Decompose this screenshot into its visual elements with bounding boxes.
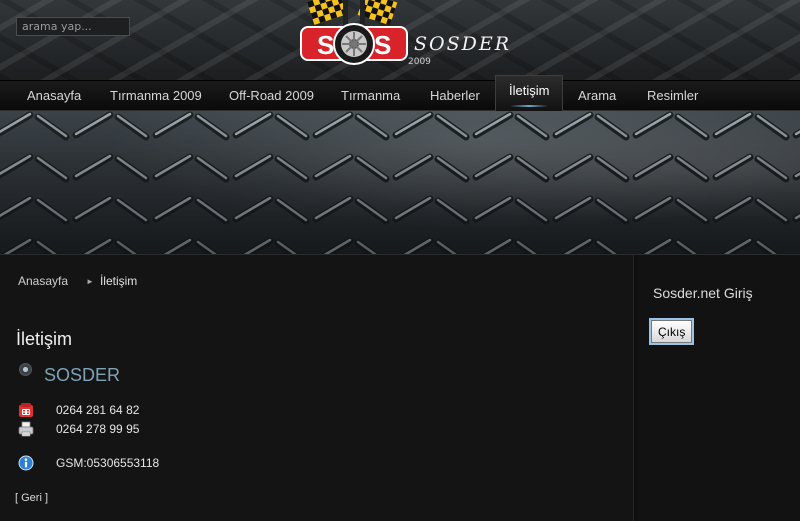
diamond-plate-pattern — [0, 111, 800, 254]
breadcrumb-current: İletişim — [99, 274, 138, 288]
contact-bullet-icon — [19, 363, 32, 376]
header: S S SOSDER 2009 — [0, 0, 800, 80]
nav-item-tirmanma[interactable]: Tırmanma — [341, 81, 400, 112]
svg-text:S: S — [317, 30, 334, 60]
sidebar-title: Sosder.net Giriş — [653, 285, 753, 301]
nav-item-anasayfa[interactable]: Anasayfa — [27, 81, 81, 112]
logo-graphic: S S — [300, 0, 408, 65]
page-title: İletişim — [16, 329, 73, 349]
logout-button[interactable]: Çıkış — [651, 320, 693, 343]
site-title: SOSDER — [414, 33, 512, 55]
nav-item-haberler[interactable]: Haberler — [430, 81, 480, 112]
breadcrumb: Anasayfa ► İletişim — [18, 274, 137, 288]
phone-number: 0264 281 64 82 — [56, 403, 140, 417]
header-banner — [0, 111, 800, 254]
site-year: 2009 — [408, 57, 431, 67]
fax-icon — [18, 421, 34, 437]
phone-icon — [19, 403, 33, 417]
nav-item-resimler[interactable]: Resimler — [647, 81, 698, 112]
info-icon — [18, 455, 34, 471]
contact-name: SOSDER — [44, 365, 121, 385]
nav-item-iletisim[interactable]: İletişim — [495, 75, 564, 112]
fax-number: 0264 278 99 95 — [56, 422, 140, 436]
breadcrumb-separator-icon: ► — [86, 277, 94, 286]
main-content: Anasayfa ► İletişim İletişim SOSDER 0264 2… — [0, 254, 633, 521]
svg-text:S: S — [374, 30, 391, 60]
gsm-number: GSM:05306553118 — [56, 456, 160, 470]
nav-item-off-road-2009[interactable]: Off-Road 2009 — [229, 81, 314, 112]
main-nav: Anasayfa Tırmanma 2009 Off-Road 2009 Tır… — [0, 75, 800, 112]
site-logo[interactable]: S S — [299, 0, 409, 74]
nav-item-tirmanma-2009[interactable]: Tırmanma 2009 — [110, 81, 202, 112]
nav-item-arama[interactable]: Arama — [578, 81, 616, 112]
back-link[interactable]: [ Geri ] — [15, 492, 48, 504]
sidebar: Sosder.net Giriş Çıkış — [633, 254, 800, 521]
breadcrumb-home[interactable]: Anasayfa — [18, 274, 68, 288]
search-input[interactable] — [16, 17, 130, 36]
